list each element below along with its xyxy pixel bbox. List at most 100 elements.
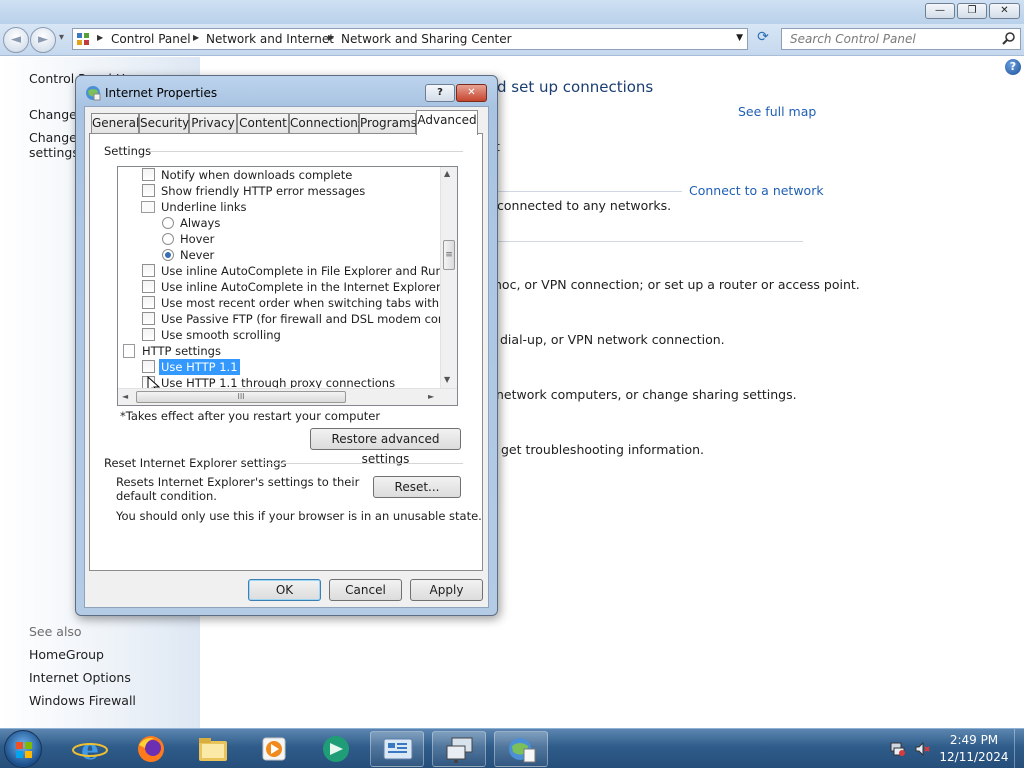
control-panel-icon [77, 33, 89, 45]
search-icon[interactable] [1002, 31, 1016, 48]
network-status-text: connected to any networks. [497, 198, 672, 213]
setting-label: Show friendly HTTP error messages [161, 184, 366, 198]
restore-advanced-settings-button[interactable]: Restore advanced settings [310, 428, 461, 466]
dialog-help-button[interactable]: ? [425, 84, 455, 102]
apply-button[interactable]: Apply [410, 579, 483, 601]
ok-button[interactable]: OK [248, 579, 321, 601]
setting-label: Use inline AutoComplete in the Internet … [161, 280, 458, 294]
maximize-button[interactable]: ❐ [957, 3, 987, 19]
scroll-up-arrow-icon[interactable]: ▲ [444, 169, 450, 178]
advanced-settings-list[interactable]: Notify when downloads complete Show frie… [117, 166, 458, 406]
volume-muted-tray-icon[interactable] [914, 741, 930, 760]
windows-logo-icon [16, 742, 32, 758]
setting-checkbox[interactable] [142, 184, 155, 197]
setting-label: Use Passive FTP (for firewall and DSL mo… [161, 312, 457, 326]
setting-label: Use most recent order when switching tab… [161, 296, 457, 310]
reset-description: Resets Internet Explorer's settings to t… [116, 475, 360, 503]
restart-note: *Takes effect after you restart your com… [120, 409, 381, 423]
search-control-panel-input[interactable]: Search Control Panel [781, 28, 1021, 50]
sidebar-item-settings[interactable]: settings [29, 145, 79, 160]
clock-time[interactable]: 2:49 PM [938, 733, 1010, 747]
connect-to-network-link[interactable]: Connect to a network [689, 183, 824, 198]
dialog-title: Internet Properties [105, 86, 218, 100]
scroll-left-arrow-icon[interactable]: ◄ [122, 392, 128, 401]
breadcrumb-network-and-sharing-center[interactable]: Network and Sharing Center [341, 32, 512, 46]
tab-security[interactable]: Security [139, 113, 189, 133]
breadcrumb-chevron-icon[interactable]: ▶ [97, 33, 103, 42]
setting-checkbox[interactable] [142, 168, 155, 181]
setting-label: Never [180, 248, 215, 262]
setting-checkbox[interactable] [142, 312, 155, 325]
scroll-right-arrow-icon[interactable]: ► [428, 392, 434, 401]
setting-checkbox[interactable] [142, 296, 155, 309]
connect-network-description: dial-up, or VPN network connection. [500, 332, 725, 347]
setting-label: Notify when downloads complete [161, 168, 353, 182]
search-placeholder: Search Control Panel [790, 32, 916, 46]
tab-content[interactable]: Content [237, 113, 289, 133]
setting-checkbox[interactable] [142, 328, 155, 341]
breadcrumb-control-panel[interactable]: Control Panel [111, 32, 191, 46]
tab-programs[interactable]: Programs [359, 113, 417, 133]
setting-group-icon [141, 201, 155, 213]
settings-horizontal-scrollbar[interactable]: ◄ III ► [118, 388, 457, 405]
clock-date[interactable]: 12/11/2024 [938, 750, 1010, 764]
firefox-taskbar-icon[interactable] [124, 731, 178, 767]
recent-pages-dropdown[interactable]: ▾ [59, 32, 64, 43]
file-explorer-taskbar-icon[interactable] [186, 731, 240, 767]
close-window-button[interactable]: ✕ [989, 3, 1020, 19]
scroll-down-arrow-icon[interactable]: ▼ [444, 375, 450, 384]
settings-group-line [150, 151, 463, 152]
breadcrumb-network-and-internet[interactable]: Network and Internet [206, 32, 334, 46]
svg-text:e: e [81, 733, 99, 766]
breadcrumb-chevron-icon[interactable]: ▶ [193, 33, 199, 42]
setting-category-icon [123, 344, 135, 358]
explorer-title-bar: — ❐ ✕ [0, 0, 1024, 24]
setting-radio[interactable] [162, 217, 174, 229]
setting-label: Use smooth scrolling [161, 328, 281, 342]
internet-properties-taskbar-button[interactable] [494, 731, 548, 767]
setting-label: Use inline AutoComplete in File Explorer… [161, 264, 458, 278]
dialog-close-button[interactable]: ✕ [456, 84, 487, 102]
setting-radio-selected[interactable] [162, 249, 174, 261]
homegroup-description: network computers, or change sharing set… [496, 387, 797, 402]
setting-radio[interactable] [162, 233, 174, 245]
show-desktop-button[interactable] [1014, 729, 1024, 768]
network-taskbar-button[interactable] [432, 731, 486, 767]
see-also-homegroup-link[interactable]: HomeGroup [29, 647, 104, 662]
minimize-button[interactable]: — [925, 3, 955, 19]
see-also-internet-options-link[interactable]: Internet Options [29, 670, 131, 685]
settings-vertical-scrollbar[interactable]: ▲ ≡ ▼ [440, 167, 457, 390]
reset-group-label: Reset Internet Explorer settings [104, 456, 287, 470]
setting-checkbox[interactable] [142, 264, 155, 277]
network-status-tray-icon[interactable] [890, 741, 906, 760]
horizontal-scroll-thumb[interactable]: III [136, 391, 346, 403]
refresh-button[interactable]: ⟳ [752, 29, 774, 49]
address-bar[interactable]: ▶ Control Panel ▶ Network and Internet ▶… [72, 28, 748, 50]
taskbar: e 2:49 PM 12/11/2024 [0, 728, 1024, 768]
media-player-taskbar-icon[interactable] [247, 731, 301, 767]
see-also-label: See also [29, 624, 82, 639]
control-panel-taskbar-button[interactable] [370, 731, 424, 767]
scroll-thumb[interactable]: ≡ [443, 240, 455, 270]
section-divider [498, 241, 803, 242]
tab-privacy[interactable]: Privacy [189, 113, 237, 133]
forward-button[interactable]: ► [30, 27, 56, 53]
setting-checkbox[interactable] [142, 280, 155, 293]
page-title: d set up connections [497, 78, 654, 96]
setup-connection-description: hoc, or VPN connection; or set up a rout… [494, 277, 860, 292]
reset-button[interactable]: Reset... [373, 476, 461, 498]
back-button[interactable]: ◄ [3, 27, 29, 53]
setting-checkbox[interactable] [142, 360, 155, 373]
internet-explorer-taskbar-icon[interactable]: e [63, 731, 117, 767]
tab-advanced[interactable]: Advanced [416, 110, 478, 135]
tab-general[interactable]: General [91, 113, 139, 133]
breadcrumb-chevron-icon[interactable]: ▶ [328, 33, 334, 42]
help-icon[interactable]: ? [1005, 59, 1021, 75]
cancel-button[interactable]: Cancel [329, 579, 402, 601]
tab-connections[interactable]: Connections [289, 113, 364, 133]
see-also-windows-firewall-link[interactable]: Windows Firewall [29, 693, 136, 708]
start-button[interactable] [4, 730, 42, 768]
see-full-map-link[interactable]: See full map [738, 104, 816, 119]
address-dropdown-icon[interactable]: ▼ [736, 33, 743, 43]
remote-app-taskbar-icon[interactable] [309, 731, 363, 767]
